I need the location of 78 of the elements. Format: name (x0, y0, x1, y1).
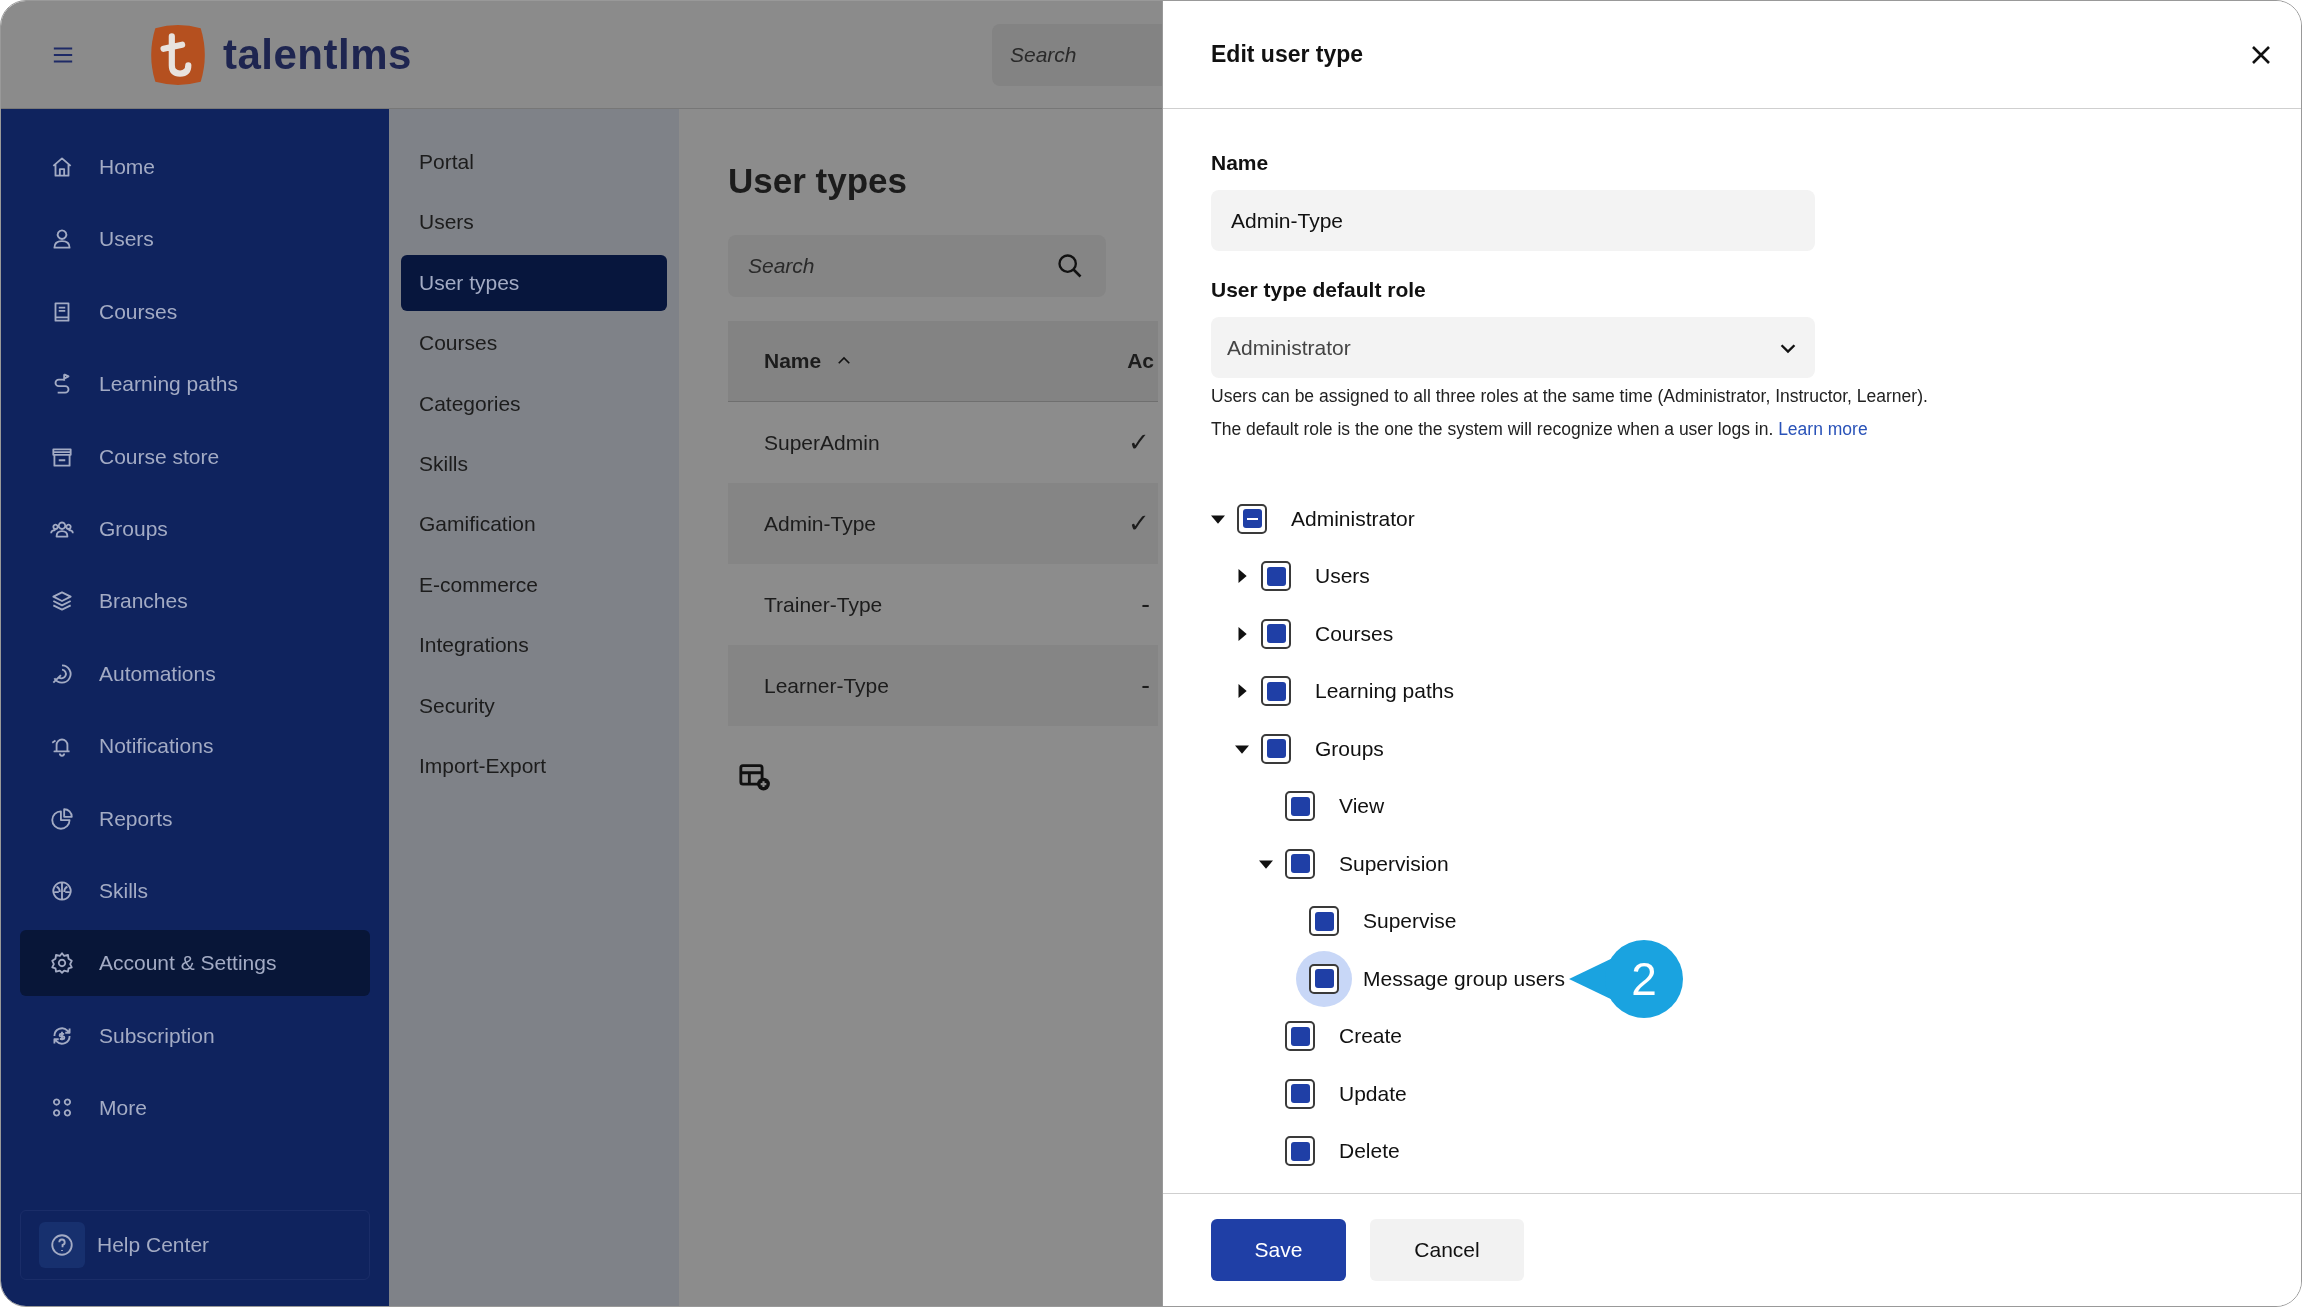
checkbox[interactable] (1261, 733, 1291, 764)
help-text: The default role is the one the system will recognize when a user logs in. (1211, 419, 1774, 439)
column-header[interactable]: Ac (1127, 349, 1154, 373)
submenu-item[interactable]: Security (401, 677, 667, 734)
sidebar-item[interactable]: Reports (20, 785, 370, 852)
sidebar-item[interactable]: More (20, 1075, 370, 1142)
permission-label: Users (1315, 564, 1370, 589)
name-field[interactable]: Admin-Type (1211, 190, 1815, 251)
search-icon (1056, 252, 1084, 280)
permission-label: Update (1339, 1081, 1407, 1106)
help-text: Users can be assigned to all three roles at the same time (Administrator, Instructor, Learner). (1211, 385, 1929, 408)
permission-label: View (1339, 794, 1385, 819)
sidebar-item[interactable]: Home (20, 134, 370, 200)
checkbox[interactable] (1309, 963, 1339, 994)
table-cell: - (1141, 589, 1150, 620)
checkbox[interactable] (1237, 503, 1267, 534)
permission-label: Learning paths (1315, 679, 1454, 704)
brand-name: talentlms (223, 30, 412, 79)
permission-label: Groups (1315, 736, 1384, 761)
drawer-title: Edit user type (1211, 41, 1364, 68)
sidebar-item[interactable]: Account & Settings (20, 930, 370, 997)
submenu-item[interactable]: Gamification (401, 496, 667, 553)
permission-label: Message group users (1363, 966, 1565, 991)
table-cell: Trainer-Type (764, 592, 883, 617)
table-cell: ✓ (1128, 427, 1150, 458)
checkbox[interactable] (1261, 561, 1291, 592)
sidebar-item[interactable]: Notifications (20, 713, 370, 780)
checkbox[interactable] (1285, 791, 1315, 822)
permission-label: Supervise (1363, 909, 1457, 934)
table-cell: ✓ (1128, 508, 1150, 539)
table-cell: SuperAdmin (764, 430, 880, 455)
pie-chart-icon (49, 805, 75, 832)
submenu-item[interactable]: Categories (401, 375, 667, 432)
submenu-item[interactable]: Integrations (401, 617, 667, 674)
table-cell: - (1141, 670, 1150, 701)
cancel-button[interactable]: Cancel (1370, 1219, 1524, 1281)
submenu-item[interactable]: Skills (401, 435, 667, 492)
sidebar-item[interactable]: Skills (20, 857, 370, 924)
checkbox[interactable] (1285, 848, 1315, 879)
submenu-item[interactable]: Portal (401, 134, 667, 190)
submenu-item[interactable]: Import-Export (401, 737, 667, 794)
sidebar-item[interactable]: Courses (20, 278, 370, 345)
checkbox[interactable] (1285, 1078, 1315, 1109)
sidebar-item[interactable]: Users (20, 206, 370, 273)
submenu-item[interactable]: Courses (401, 315, 667, 372)
sidebar-item[interactable]: Automations (20, 640, 370, 707)
column-header[interactable]: Name (764, 349, 822, 373)
sidebar-item[interactable]: Subscription (20, 1002, 370, 1069)
checkbox[interactable] (1309, 906, 1339, 937)
submenu-item[interactable]: E-commerce (401, 556, 667, 613)
permission-label: Delete (1339, 1139, 1400, 1164)
learn-more-link[interactable]: Learn more (1778, 419, 1868, 439)
permission-label: Administrator (1291, 506, 1415, 531)
permission-label: Courses (1315, 621, 1394, 646)
save-button[interactable]: Save (1211, 1219, 1346, 1281)
submenu-item[interactable]: Users (401, 194, 667, 251)
help-center-link[interactable]: Help Center (20, 1210, 370, 1280)
checkbox[interactable] (1285, 1136, 1315, 1167)
checkbox[interactable] (1261, 618, 1291, 649)
field-label: Name (1211, 151, 1270, 176)
gear-icon (49, 950, 75, 977)
help-icon (49, 1232, 75, 1258)
search-field[interactable]: Search (992, 23, 1162, 86)
permission-label: Supervision (1339, 851, 1449, 876)
sidebar-item[interactable]: Learning paths (20, 351, 370, 418)
field-label: User type default role (1211, 278, 1427, 303)
checkbox[interactable] (1285, 1021, 1315, 1052)
role-dropdown[interactable]: Administrator (1211, 317, 1815, 378)
sidebar-item[interactable]: Course store (20, 423, 370, 490)
page-title: User types (728, 160, 908, 202)
submenu-item[interactable]: User types (401, 254, 667, 311)
permission-label: Create (1339, 1024, 1403, 1049)
table-cell: Learner-Type (764, 673, 889, 698)
table-cell: Admin-Type (764, 511, 877, 536)
sidebar-item[interactable]: Groups (20, 495, 370, 562)
search-field[interactable]: Search (728, 235, 1106, 297)
checkbox[interactable] (1261, 676, 1291, 707)
sidebar-item[interactable]: Branches (20, 568, 370, 635)
